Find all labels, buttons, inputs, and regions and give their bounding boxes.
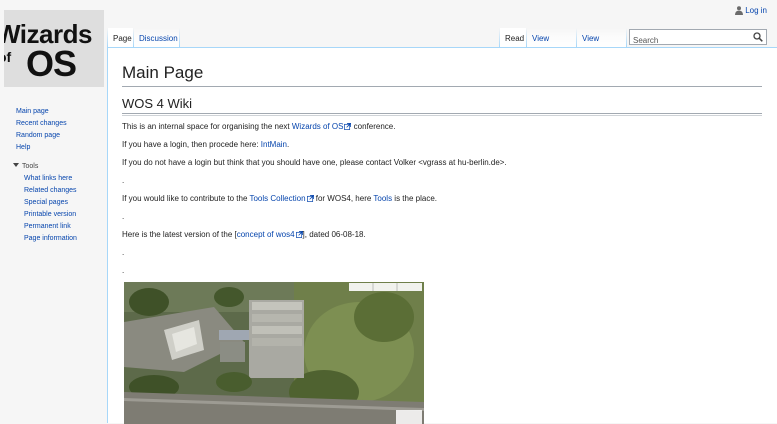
tab-view-source[interactable]: View source <box>527 28 576 65</box>
dot-spacer: . <box>122 248 125 257</box>
paragraph-intro: This is an internal space for organising… <box>122 122 395 132</box>
intmain-link[interactable]: IntMain <box>261 140 287 149</box>
tab-separator <box>626 28 627 47</box>
aerial-map-image <box>124 282 424 424</box>
paragraph-text: If you would like to contribute to the <box>122 194 250 203</box>
magnifier-icon[interactable] <box>753 32 763 42</box>
triangle-down-icon <box>13 163 19 167</box>
personal-tools: Log in <box>735 6 767 15</box>
logo-text-of: of <box>4 49 12 65</box>
sidebar-item-permanent-link[interactable]: Permanent link <box>24 223 71 230</box>
sidebar-item-random-page[interactable]: Random page <box>16 132 60 139</box>
main-content: Main Page WOS 4 Wiki This is an internal… <box>107 47 777 424</box>
page-title: Main Page <box>122 62 762 87</box>
tools-toggle[interactable]: Tools <box>13 163 107 170</box>
dot-spacer: . <box>122 176 125 185</box>
sidebar: Main page Recent changes Random page Hel… <box>0 108 107 247</box>
sidebar-navigation: Main page Recent changes Random page Hel… <box>0 108 107 151</box>
paragraph-text: Here is the latest version of the [ <box>122 230 237 239</box>
section-heading: WOS 4 Wiki <box>122 95 762 116</box>
sidebar-tools: What links here Related changes Special … <box>0 175 107 242</box>
external-link-icon <box>295 231 303 238</box>
sidebar-item-what-links-here[interactable]: What links here <box>24 175 72 182</box>
sidebar-item-help[interactable]: Help <box>16 144 30 151</box>
paragraph-text: This is an internal space for organising… <box>122 122 292 131</box>
paragraph-text: conference. <box>351 122 396 131</box>
paragraph-login: If you have a login, then procede here: … <box>122 140 289 150</box>
search-input[interactable] <box>630 33 751 48</box>
paragraph-text: If you have a login, then procede here: <box>122 140 261 149</box>
sidebar-item-main-page[interactable]: Main page <box>16 108 49 115</box>
tab-page[interactable]: Page <box>108 28 133 47</box>
paragraph-text: ], dated 06-08-18. <box>302 230 366 239</box>
external-link-icon <box>306 195 314 202</box>
tab-read[interactable]: Read <box>500 28 526 47</box>
paragraph-tools: If you would like to contribute to the T… <box>122 194 437 204</box>
sidebar-item-printable-version[interactable]: Printable version <box>24 211 76 218</box>
paragraph-text: . <box>287 140 290 149</box>
user-icon <box>735 6 744 15</box>
tab-view-history[interactable]: View history <box>577 28 626 65</box>
sidebar-item-related-changes[interactable]: Related changes <box>24 187 77 194</box>
sidebar-item-recent-changes[interactable]: Recent changes <box>16 120 67 127</box>
logo-text-os: OS <box>26 43 77 84</box>
wizards-of-os-link[interactable]: Wizards of OS <box>292 122 344 131</box>
sidebar-item-special-pages[interactable]: Special pages <box>24 199 68 206</box>
tab-separator <box>179 28 180 47</box>
paragraph-concept: Here is the latest version of the [conce… <box>122 230 366 240</box>
login-link[interactable]: Log in <box>745 6 767 15</box>
tools-collection-link[interactable]: Tools Collection <box>249 194 305 203</box>
dot-spacer: . <box>122 212 125 221</box>
dot-spacer: . <box>122 266 125 275</box>
tab-discussion[interactable]: Discussion <box>134 28 179 47</box>
paragraph-text: is the place. <box>392 194 437 203</box>
tools-link[interactable]: Tools <box>373 194 392 203</box>
site-logo[interactable]: Wizards of OS <box>4 10 104 87</box>
concept-of-wos4-link[interactable]: concept of wos4 <box>237 230 295 239</box>
paragraph-text: for WOS4, here <box>313 194 374 203</box>
search-box <box>629 29 767 48</box>
tools-header-label: Tools <box>22 163 39 170</box>
paragraph-contact: If you do not have a login but think tha… <box>122 158 507 167</box>
sidebar-item-page-information[interactable]: Page information <box>24 235 77 242</box>
